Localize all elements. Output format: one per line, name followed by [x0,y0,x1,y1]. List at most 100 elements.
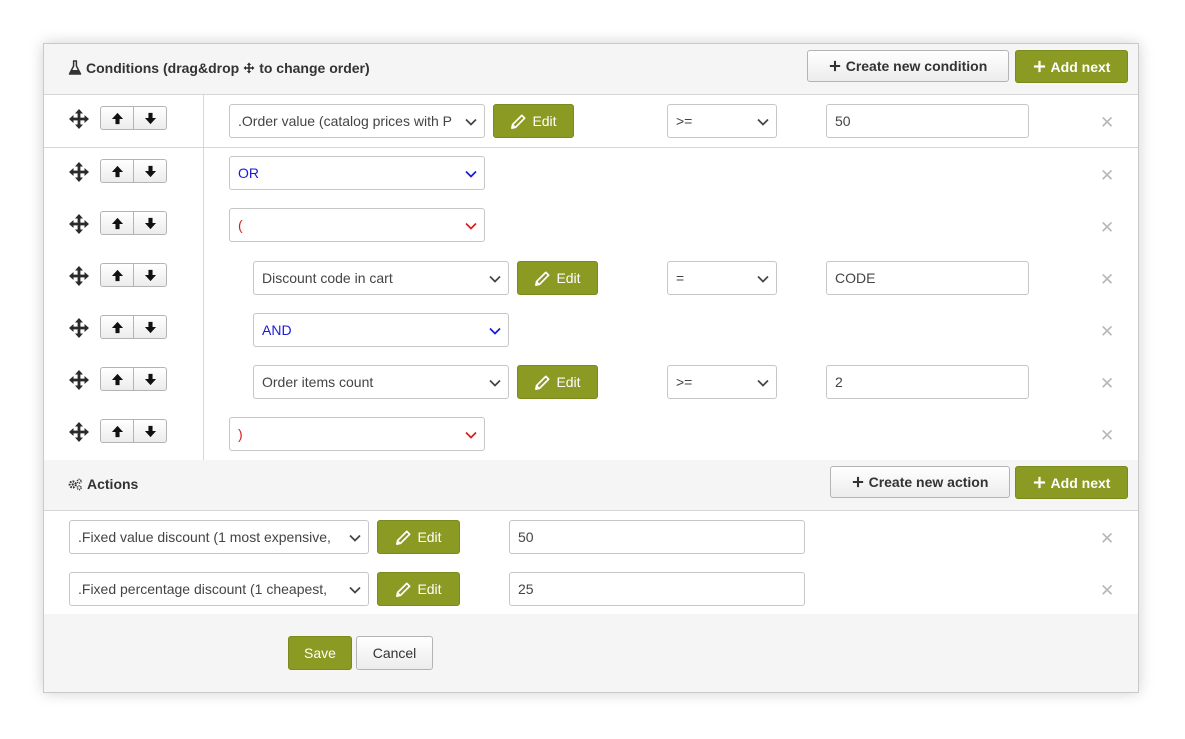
flask-icon [68,60,82,76]
edit-action-button[interactable]: Edit [377,520,460,554]
move-up-button[interactable] [101,420,133,442]
move-up-button[interactable] [101,212,133,234]
condition-row: AND ✕ [44,304,1138,357]
logic-operator-select[interactable]: AND [253,313,509,347]
plus-icon [1033,60,1046,73]
open-bracket-value: ( [238,217,243,233]
operator-select[interactable]: >= [667,365,777,399]
move-down-button[interactable] [133,212,166,234]
rules-panel: Conditions (drag&drop to change order) C… [43,43,1139,693]
edit-label: Edit [532,113,557,129]
delete-condition-button[interactable]: ✕ [1100,271,1114,288]
save-button[interactable]: Save [288,636,352,670]
move-up-button[interactable] [101,368,133,390]
move-down-button[interactable] [133,420,166,442]
cancel-button[interactable]: Cancel [356,636,433,670]
delete-condition-button[interactable]: ✕ [1100,323,1114,340]
delete-condition-button[interactable]: ✕ [1100,427,1114,444]
condition-value-input[interactable]: 2 [826,365,1029,399]
pencil-icon [510,113,527,130]
condition-row: Order items count Edit >= 2 ✕ [44,356,1138,409]
delete-action-button[interactable]: ✕ [1100,530,1114,547]
move-icon[interactable] [68,421,90,443]
edit-condition-button[interactable]: Edit [517,365,598,399]
move-icon[interactable] [68,213,90,235]
edit-condition-button[interactable]: Edit [493,104,574,138]
chevron-down-icon [757,275,769,283]
condition-value-input[interactable]: 50 [826,104,1029,138]
move-down-button[interactable] [133,107,166,129]
operator-select[interactable]: = [667,261,777,295]
move-up-button[interactable] [101,316,133,338]
chevron-down-icon [489,379,501,387]
conditions-title: Conditions (drag&drop to change order) [68,60,370,76]
delete-condition-button[interactable]: ✕ [1100,114,1114,131]
move-icon[interactable] [68,265,90,287]
operator-value: = [676,270,685,286]
move-down-button[interactable] [133,264,166,286]
chevron-down-icon [465,170,477,178]
create-new-action-button[interactable]: Create new action [830,466,1010,498]
move-icon[interactable] [68,161,90,183]
move-icon [243,62,255,74]
chevron-down-icon [465,222,477,230]
logic-operator-value: AND [262,322,292,338]
column-divider [203,95,204,147]
move-down-button[interactable] [133,160,166,182]
reorder-buttons [100,263,167,287]
move-icon[interactable] [68,369,90,391]
close-bracket-select[interactable]: ) [229,417,485,451]
create-new-condition-button[interactable]: Create new condition [807,50,1009,82]
logic-operator-select[interactable]: OR [229,156,485,190]
action-type-select[interactable]: .Fixed percentage discount (1 cheapest, [69,572,369,606]
pencil-icon [395,529,412,546]
conditions-header: Conditions (drag&drop to change order) C… [44,44,1138,95]
condition-type-select[interactable]: .Order value (catalog prices with P [229,104,485,138]
arrow-up-icon [111,373,124,386]
delete-condition-button[interactable]: ✕ [1100,375,1114,392]
action-type-select[interactable]: .Fixed value discount (1 most expensive, [69,520,369,554]
move-icon[interactable] [68,108,90,130]
edit-condition-button[interactable]: Edit [517,261,598,295]
move-down-button[interactable] [133,368,166,390]
action-type-value: .Fixed value discount (1 most expensive, [78,529,331,545]
condition-value-input[interactable]: CODE [826,261,1029,295]
action-value-input[interactable]: 50 [509,520,805,554]
condition-type-value: Discount code in cart [262,270,393,286]
delete-condition-button[interactable]: ✕ [1100,167,1114,184]
delete-action-button[interactable]: ✕ [1100,582,1114,599]
action-row: .Fixed percentage discount (1 cheapest, … [44,563,1138,616]
move-up-button[interactable] [101,160,133,182]
add-next-action-button[interactable]: Add next [1015,466,1128,499]
move-up-button[interactable] [101,264,133,286]
chevron-down-icon [465,118,477,126]
arrow-up-icon [111,165,124,178]
condition-type-value: Order items count [262,374,374,390]
operator-select[interactable]: >= [667,104,777,138]
column-divider [203,148,204,200]
action-type-value: .Fixed percentage discount (1 cheapest, [78,581,328,597]
pencil-icon [534,270,551,287]
column-divider [203,356,204,408]
create-new-condition-label: Create new condition [845,58,988,74]
condition-type-select[interactable]: Order items count [253,365,509,399]
edit-label: Edit [556,270,581,286]
arrow-up-icon [111,269,124,282]
column-divider [203,200,204,252]
arrow-up-icon [111,425,124,438]
chevron-down-icon [349,586,361,594]
operator-value: >= [676,113,693,129]
move-icon[interactable] [68,317,90,339]
arrow-down-icon [144,425,157,438]
move-up-button[interactable] [101,107,133,129]
open-bracket-select[interactable]: ( [229,208,485,242]
condition-type-select[interactable]: Discount code in cart [253,261,509,295]
column-divider [203,408,204,460]
column-divider [203,304,204,356]
delete-condition-button[interactable]: ✕ [1100,219,1114,236]
gears-icon [68,478,83,491]
action-value-input[interactable]: 25 [509,572,805,606]
move-down-button[interactable] [133,316,166,338]
edit-action-button[interactable]: Edit [377,572,460,606]
add-next-condition-button[interactable]: Add next [1015,50,1128,83]
